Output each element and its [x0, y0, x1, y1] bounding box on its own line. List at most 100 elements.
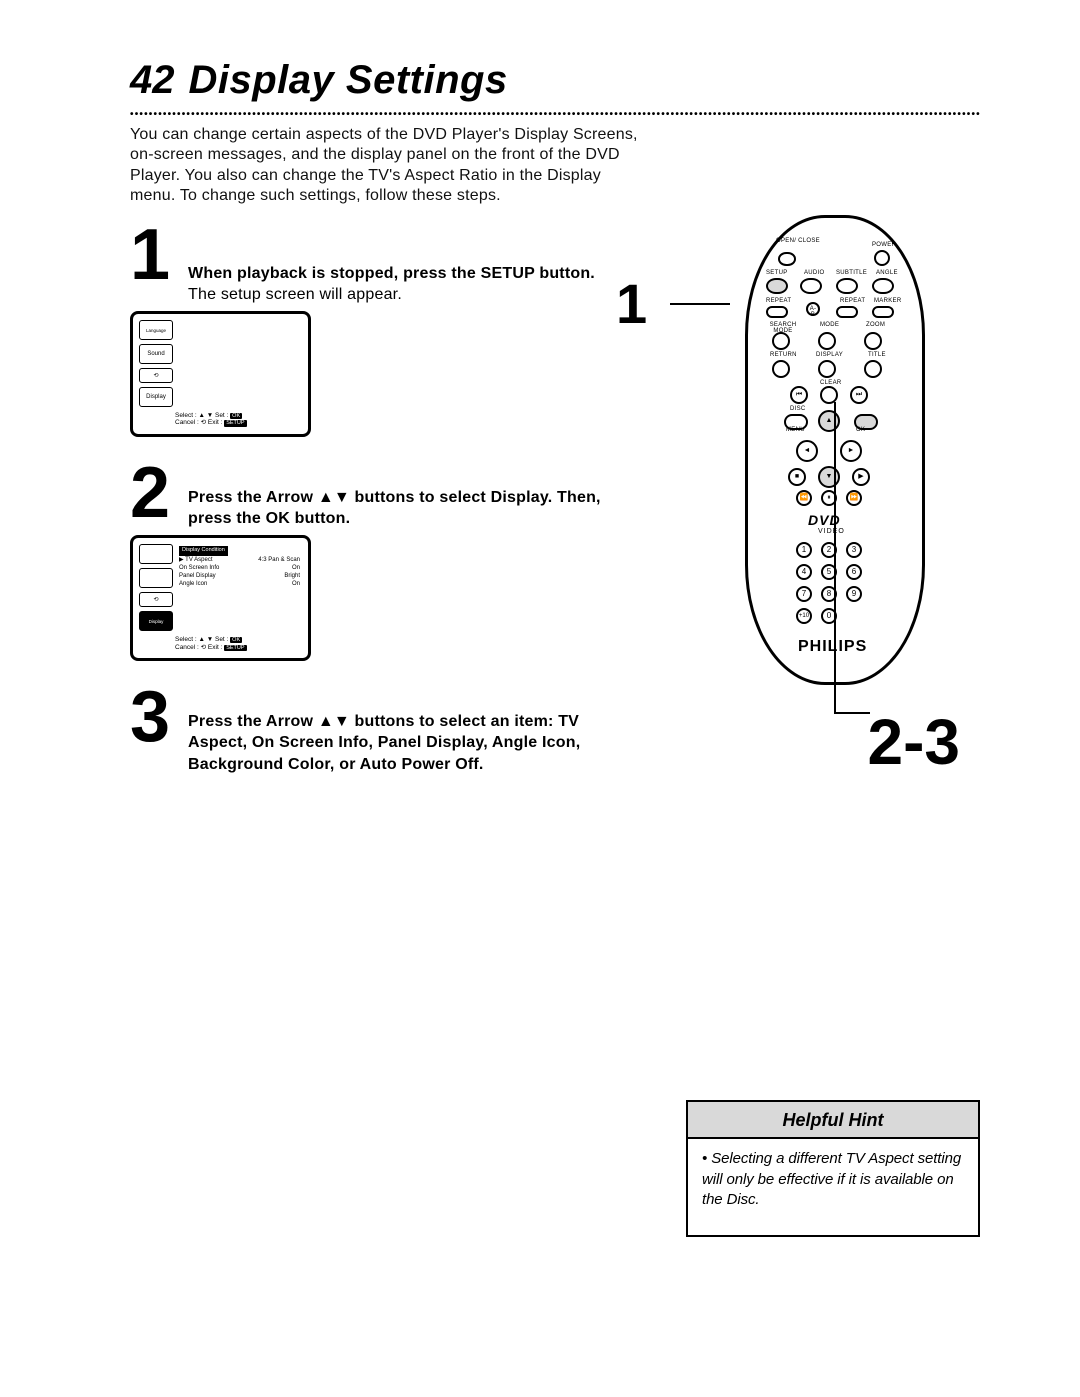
- label-repeat2: REPEAT: [840, 298, 865, 304]
- label-open-close: OPEN/ CLOSE: [776, 238, 820, 244]
- steps-column: 1 When playback is stopped, press the SE…: [130, 215, 610, 775]
- osd-helper: Select : ▲ ▼ Set : OK Cancel : ⟲ Exit : …: [175, 636, 247, 652]
- label-display: DISPLAY: [816, 352, 843, 358]
- step-bold: Press the Arrow buttons to select Displa…: [188, 489, 601, 527]
- label-repeat: REPEAT: [766, 298, 791, 304]
- osd-tab: ⟲: [139, 592, 173, 607]
- osd-screenshot-1: Language Sound ⟲ Display Select : ▲ ▼ Se…: [130, 311, 311, 437]
- intro-text: You can change certain aspects of the DV…: [130, 125, 640, 207]
- callout-line: [670, 303, 730, 305]
- step-2: 2 Press the Arrow buttons to select Disp…: [130, 447, 610, 529]
- arrow-up-button: ▲: [818, 410, 840, 432]
- label-clear: CLEAR: [820, 380, 842, 386]
- osd-tab: Display: [139, 611, 173, 631]
- label-power: POWER: [872, 242, 896, 248]
- repeat-button: [766, 306, 788, 318]
- label-setup: SETUP: [766, 270, 788, 276]
- down-arrow-icon: [334, 713, 350, 730]
- label-disc: DISC: [790, 406, 806, 412]
- osd-detail-row: Panel DisplayBright: [179, 572, 300, 580]
- callout-2-3: 2-3: [868, 705, 961, 779]
- label-mode: MODE: [820, 322, 839, 328]
- step-bold: When playback is stopped, press the SETU…: [188, 265, 595, 282]
- up-arrow-icon: [318, 489, 334, 506]
- manual-page: 42 Display Settings ••••••••••••••••••••…: [0, 0, 1080, 1397]
- up-arrow-icon: [318, 713, 334, 730]
- label-angle: ANGLE: [876, 270, 898, 276]
- ok-button: OK: [854, 414, 878, 430]
- menu-button: MENU: [784, 414, 808, 430]
- hint-title: Helpful Hint: [688, 1102, 978, 1139]
- page-title: Display Settings: [189, 58, 508, 103]
- osd-tab: [139, 544, 173, 564]
- num-9: 9: [846, 586, 862, 602]
- down-arrow-icon: [334, 489, 350, 506]
- label-title: TITLE: [868, 352, 886, 358]
- helpful-hint-box: Helpful Hint Selecting a different TV As…: [686, 1100, 980, 1237]
- dvd-video-label: VIDEO: [818, 528, 845, 535]
- prev-button: ⏮: [790, 386, 808, 404]
- num-7: 7: [796, 586, 812, 602]
- hint-body: Selecting a different TV Aspect setting …: [688, 1139, 978, 1235]
- repeat2-button: [836, 306, 858, 318]
- callout-line: [834, 712, 870, 714]
- page-header: 42 Display Settings: [130, 58, 980, 103]
- osd-tab: ⟲: [139, 368, 173, 383]
- step-number: 3: [130, 681, 170, 753]
- open-close-button: [778, 252, 796, 266]
- osd-detail: Display Condition ▶ TV Aspect4:3 Pan & S…: [179, 546, 300, 588]
- ab-button: A-B: [806, 302, 820, 316]
- callout-1: 1: [616, 271, 647, 336]
- osd-tab: Sound: [139, 344, 173, 364]
- osd-tab: [139, 568, 173, 588]
- step-text: When playback is stopped, press the SETU…: [188, 263, 610, 305]
- arrow-right-button: ►: [840, 440, 862, 462]
- step-bold: Press the Arrow buttons to select an ite…: [188, 713, 580, 772]
- num-3: 3: [846, 542, 862, 558]
- step-1: 1 When playback is stopped, press the SE…: [130, 223, 610, 305]
- step-number: 2: [130, 457, 170, 529]
- zoom-button: [864, 332, 882, 350]
- osd-screenshot-2: ⟲ Display Display Condition ▶ TV Aspect4…: [130, 535, 311, 661]
- label-zoom: ZOOM: [866, 322, 885, 328]
- num-4: 4: [796, 564, 812, 580]
- power-button: [874, 250, 890, 266]
- rew-button: ⏪: [796, 490, 812, 506]
- label-audio: AUDIO: [804, 270, 825, 276]
- osd-detail-row: Angle IconOn: [179, 580, 300, 588]
- display-button: [818, 360, 836, 378]
- osd-detail-row: On Screen InfoOn: [179, 564, 300, 572]
- brand-label: PHILIPS: [798, 638, 867, 656]
- mode-button: [818, 332, 836, 350]
- step-text: Press the Arrow buttons to select an ite…: [188, 711, 610, 774]
- num-6: 6: [846, 564, 862, 580]
- marker-button: [872, 306, 894, 318]
- angle-button: [872, 278, 894, 294]
- searchmode-button: [772, 332, 790, 350]
- arrow-down-button: ▼: [818, 466, 840, 488]
- subtitle-button: [836, 278, 858, 294]
- num-1: 1: [796, 542, 812, 558]
- label-marker: MARKER: [874, 298, 901, 304]
- stop-button: ■: [788, 468, 806, 486]
- osd-tab: Language: [139, 320, 173, 340]
- return-button: [772, 360, 790, 378]
- remote-column: 1 OPEN/ CLOSE POWER SETUP AUDIO SUBTITLE…: [630, 215, 980, 1115]
- play-button: ▶: [852, 468, 870, 486]
- page-number: 42: [130, 58, 175, 103]
- step-rest: The setup screen will appear.: [188, 286, 402, 303]
- title-button: [864, 360, 882, 378]
- step-number: 1: [130, 219, 170, 291]
- osd-detail-row: ▶ TV Aspect4:3 Pan & Scan: [179, 556, 300, 564]
- hint-text: Selecting a different TV Aspect setting …: [702, 1150, 961, 1208]
- osd-helper: Select : ▲ ▼ Set : OK Cancel : ⟲ Exit : …: [175, 412, 247, 428]
- label-return: RETURN: [770, 352, 797, 358]
- step-text: Press the Arrow buttons to select Displa…: [188, 487, 610, 529]
- arrow-left-button: ◄: [796, 440, 818, 462]
- step-3: 3 Press the Arrow buttons to select an i…: [130, 671, 610, 774]
- header-divider: ••••••••••••••••••••••••••••••••••••••••…: [130, 109, 980, 117]
- osd-tabs: Language Sound ⟲ Display: [139, 320, 173, 411]
- ff-button: ⏩: [846, 490, 862, 506]
- next-button: ⏭: [850, 386, 868, 404]
- num-10: +10: [796, 608, 812, 624]
